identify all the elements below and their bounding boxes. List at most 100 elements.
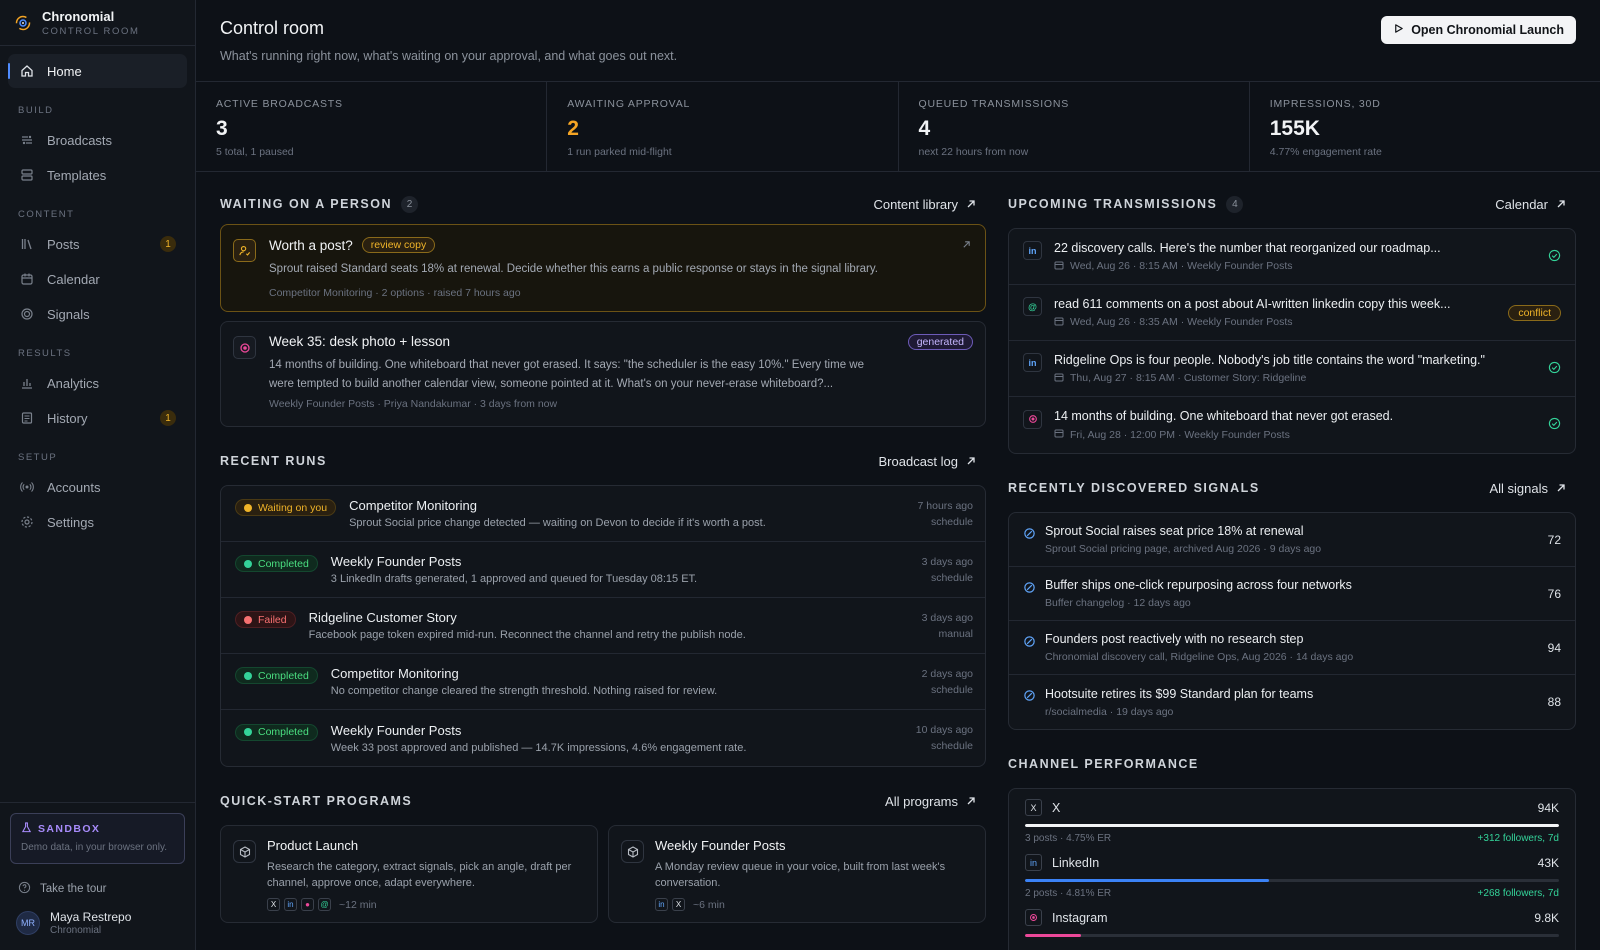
stat-note: 4.77% engagement rate xyxy=(1269,146,1382,158)
signal-meta: r/socialmedia · 19 days ago xyxy=(1045,705,1174,718)
run-time-ago: 3 days ago xyxy=(921,611,973,624)
brand-subtitle: CONTROL ROOM xyxy=(42,25,140,37)
upcoming-item[interactable]: in Ridgeline Ops is four people. Nobody'… xyxy=(1009,341,1575,397)
upcoming-meta-row: Wed, Aug 26 · 8:15 AM · Weekly Founder P… xyxy=(1054,260,1441,273)
signal-item[interactable]: Founders post reactively with no researc… xyxy=(1009,621,1575,675)
sandbox-notice: SANDBOX Demo data, in your browser only. xyxy=(10,813,185,864)
main-content: Control room What's running right now, w… xyxy=(196,0,1600,950)
linkedin-icon: in xyxy=(1023,241,1042,260)
package-icon xyxy=(233,840,256,863)
upcoming-title: read 611 comments on a post about AI-wri… xyxy=(1054,296,1451,311)
nav-item-settings[interactable]: Settings xyxy=(8,505,187,539)
stat-active-broadcasts[interactable]: ACTIVE BROADCASTS 3 5 total, 1 paused xyxy=(196,82,548,171)
user-org: Chronomial xyxy=(50,925,102,936)
all-signals-label: All signals xyxy=(1489,480,1548,496)
signal-item[interactable]: Buffer ships one-click repurposing acros… xyxy=(1009,567,1575,621)
nav-item-posts[interactable]: Posts 1 xyxy=(8,227,187,261)
channel-row-x[interactable]: X X 94K 3 posts · 4.75% ER +312 followers… xyxy=(1025,799,1559,844)
nav-item-broadcasts[interactable]: Broadcasts xyxy=(8,123,187,157)
run-description: Facebook page token expired mid-run. Rec… xyxy=(308,629,746,641)
user-profile[interactable]: MR Maya Restrepo Chronomial xyxy=(0,904,195,950)
nav-item-templates[interactable]: Templates xyxy=(8,158,187,192)
signal-meta: Sprout Social pricing page, archived Aug… xyxy=(1045,543,1322,555)
channel-row-instagram[interactable]: Instagram 9.8K xyxy=(1025,909,1559,937)
nav-section-setup: SETUP xyxy=(18,452,58,463)
upcoming-item[interactable]: in 22 discovery calls. Here's the number… xyxy=(1009,229,1575,285)
page-title: Control room xyxy=(220,18,325,38)
program-card-weekly-founder[interactable]: Weekly Founder Posts A Monday review que… xyxy=(608,825,986,923)
stat-label: QUEUED TRANSMISSIONS xyxy=(918,98,1070,110)
run-row[interactable]: Completed Competitor Monitoring No compet… xyxy=(221,654,985,710)
run-row[interactable]: Completed Weekly Founder Posts 3 LinkedIn… xyxy=(221,542,985,598)
channel-row-header: Instagram 9.8K xyxy=(1025,909,1559,926)
nav-item-home[interactable]: Home xyxy=(8,54,187,88)
sandbox-description: Demo data, in your browser only. xyxy=(21,842,167,853)
signal-meta: Chronomial discovery call, Ridgeline Ops… xyxy=(1045,651,1354,663)
nav-item-calendar[interactable]: Calendar xyxy=(8,262,187,296)
run-description: Week 33 post approved and published — 14… xyxy=(330,741,747,754)
program-duration: ~6 min xyxy=(693,898,725,911)
arrow-up-right-icon xyxy=(1556,197,1566,212)
sidebar-footer: SANDBOX Demo data, in your browser only.… xyxy=(0,802,195,950)
posts-count-badge: 1 xyxy=(160,236,176,252)
waiting-item-body: Sprout raised Standard seats 18% at rene… xyxy=(269,263,878,275)
programs-section-title: QUICK-START PROGRAMS xyxy=(220,794,413,808)
signal-radar-icon xyxy=(1023,635,1036,648)
signal-score: 94 xyxy=(1547,640,1561,655)
take-tour-link[interactable]: Take the tour xyxy=(0,874,195,904)
stat-queued-transmissions[interactable]: QUEUED TRANSMISSIONS 4 next 22 hours fro… xyxy=(899,82,1250,171)
channel-impressions: 94K xyxy=(1537,800,1559,815)
sidebar: Chronomial CONTROL ROOM Home BUILD Broad… xyxy=(0,0,196,950)
nav-item-analytics[interactable]: Analytics xyxy=(8,366,187,400)
all-programs-link[interactable]: All programs xyxy=(885,794,976,809)
nav-item-accounts[interactable]: Accounts xyxy=(8,470,187,504)
open-launch-button[interactable]: Open Chronomial Launch xyxy=(1381,16,1576,44)
help-circle-icon xyxy=(18,881,31,897)
signal-meta: Buffer changelog · 12 days ago xyxy=(1045,597,1191,609)
threads-icon: @ xyxy=(318,898,331,911)
stat-awaiting-approval[interactable]: AWAITING APPROVAL 2 1 run parked mid-fli… xyxy=(547,82,899,171)
channel-bar-fill xyxy=(1025,824,1559,827)
generated-tag: generated xyxy=(907,334,973,350)
signal-score: 76 xyxy=(1547,586,1561,601)
content-library-link[interactable]: Content library xyxy=(873,197,976,212)
upcoming-item[interactable]: 14 months of building. One whiteboard th… xyxy=(1009,397,1575,453)
nav-item-signals[interactable]: Signals xyxy=(8,297,187,331)
broadcast-log-link[interactable]: Broadcast log xyxy=(879,454,977,469)
brand-name: Chronomial xyxy=(42,8,115,24)
run-row[interactable]: Completed Weekly Founder Posts Week 33 po… xyxy=(221,710,985,766)
brand[interactable]: Chronomial CONTROL ROOM xyxy=(0,0,195,46)
waiting-item-review[interactable]: Worth a post? review copy Sprout raised … xyxy=(220,224,986,312)
signal-title: Buffer ships one-click repurposing acros… xyxy=(1045,578,1352,592)
upcoming-meta: Fri, Aug 28 · 12:00 PM · Weekly Founder … xyxy=(1070,428,1290,441)
status-badge-failed: Failed xyxy=(235,611,296,628)
run-trigger: schedule xyxy=(930,515,973,528)
nav-section-results: RESULTS xyxy=(18,348,72,359)
waiting-item-title: Week 35: desk photo + lesson xyxy=(269,334,450,349)
upcoming-title: 14 months of building. One whiteboard th… xyxy=(1054,409,1394,423)
run-row[interactable]: Waiting on you Competitor Monitoring Spro… xyxy=(221,486,985,542)
nav-label-templates: Templates xyxy=(47,167,107,183)
signal-item[interactable]: Hootsuite retires its $99 Standard plan … xyxy=(1009,675,1575,729)
stats-bar: ACTIVE BROADCASTS 3 5 total, 1 paused AW… xyxy=(196,82,1600,172)
run-row[interactable]: Failed Ridgeline Customer Story Facebook … xyxy=(221,598,985,654)
run-time-ago: 10 days ago xyxy=(915,724,973,736)
signal-item[interactable]: Sprout Social raises seat price 18% at r… xyxy=(1009,513,1575,567)
calendar-link[interactable]: Calendar xyxy=(1495,197,1566,212)
arrow-up-right-icon xyxy=(966,197,976,212)
stat-impressions[interactable]: IMPRESSIONS, 30D 155K 4.77% engagement r… xyxy=(1250,82,1600,171)
posts-icon xyxy=(19,236,35,252)
stat-label: AWAITING APPROVAL xyxy=(567,98,691,110)
signal-score: 72 xyxy=(1547,532,1561,547)
run-trigger: schedule xyxy=(930,740,973,752)
analytics-icon xyxy=(19,375,35,391)
all-signals-link[interactable]: All signals xyxy=(1489,481,1566,496)
upcoming-item[interactable]: @ read 611 comments on a post about AI-w… xyxy=(1009,285,1575,341)
channel-name: X xyxy=(1052,800,1061,815)
instagram-icon xyxy=(1023,409,1042,429)
nav-item-history[interactable]: History 1 xyxy=(8,401,187,435)
linkedin-icon: in xyxy=(1025,854,1042,871)
program-card-product-launch[interactable]: Product Launch Research the category, ex… xyxy=(220,825,598,923)
waiting-item-generated[interactable]: generated Week 35: desk photo + lesson 1… xyxy=(220,321,986,427)
channel-row-linkedin[interactable]: in LinkedIn 43K 2 posts · 4.81% ER +268 f… xyxy=(1025,854,1559,899)
